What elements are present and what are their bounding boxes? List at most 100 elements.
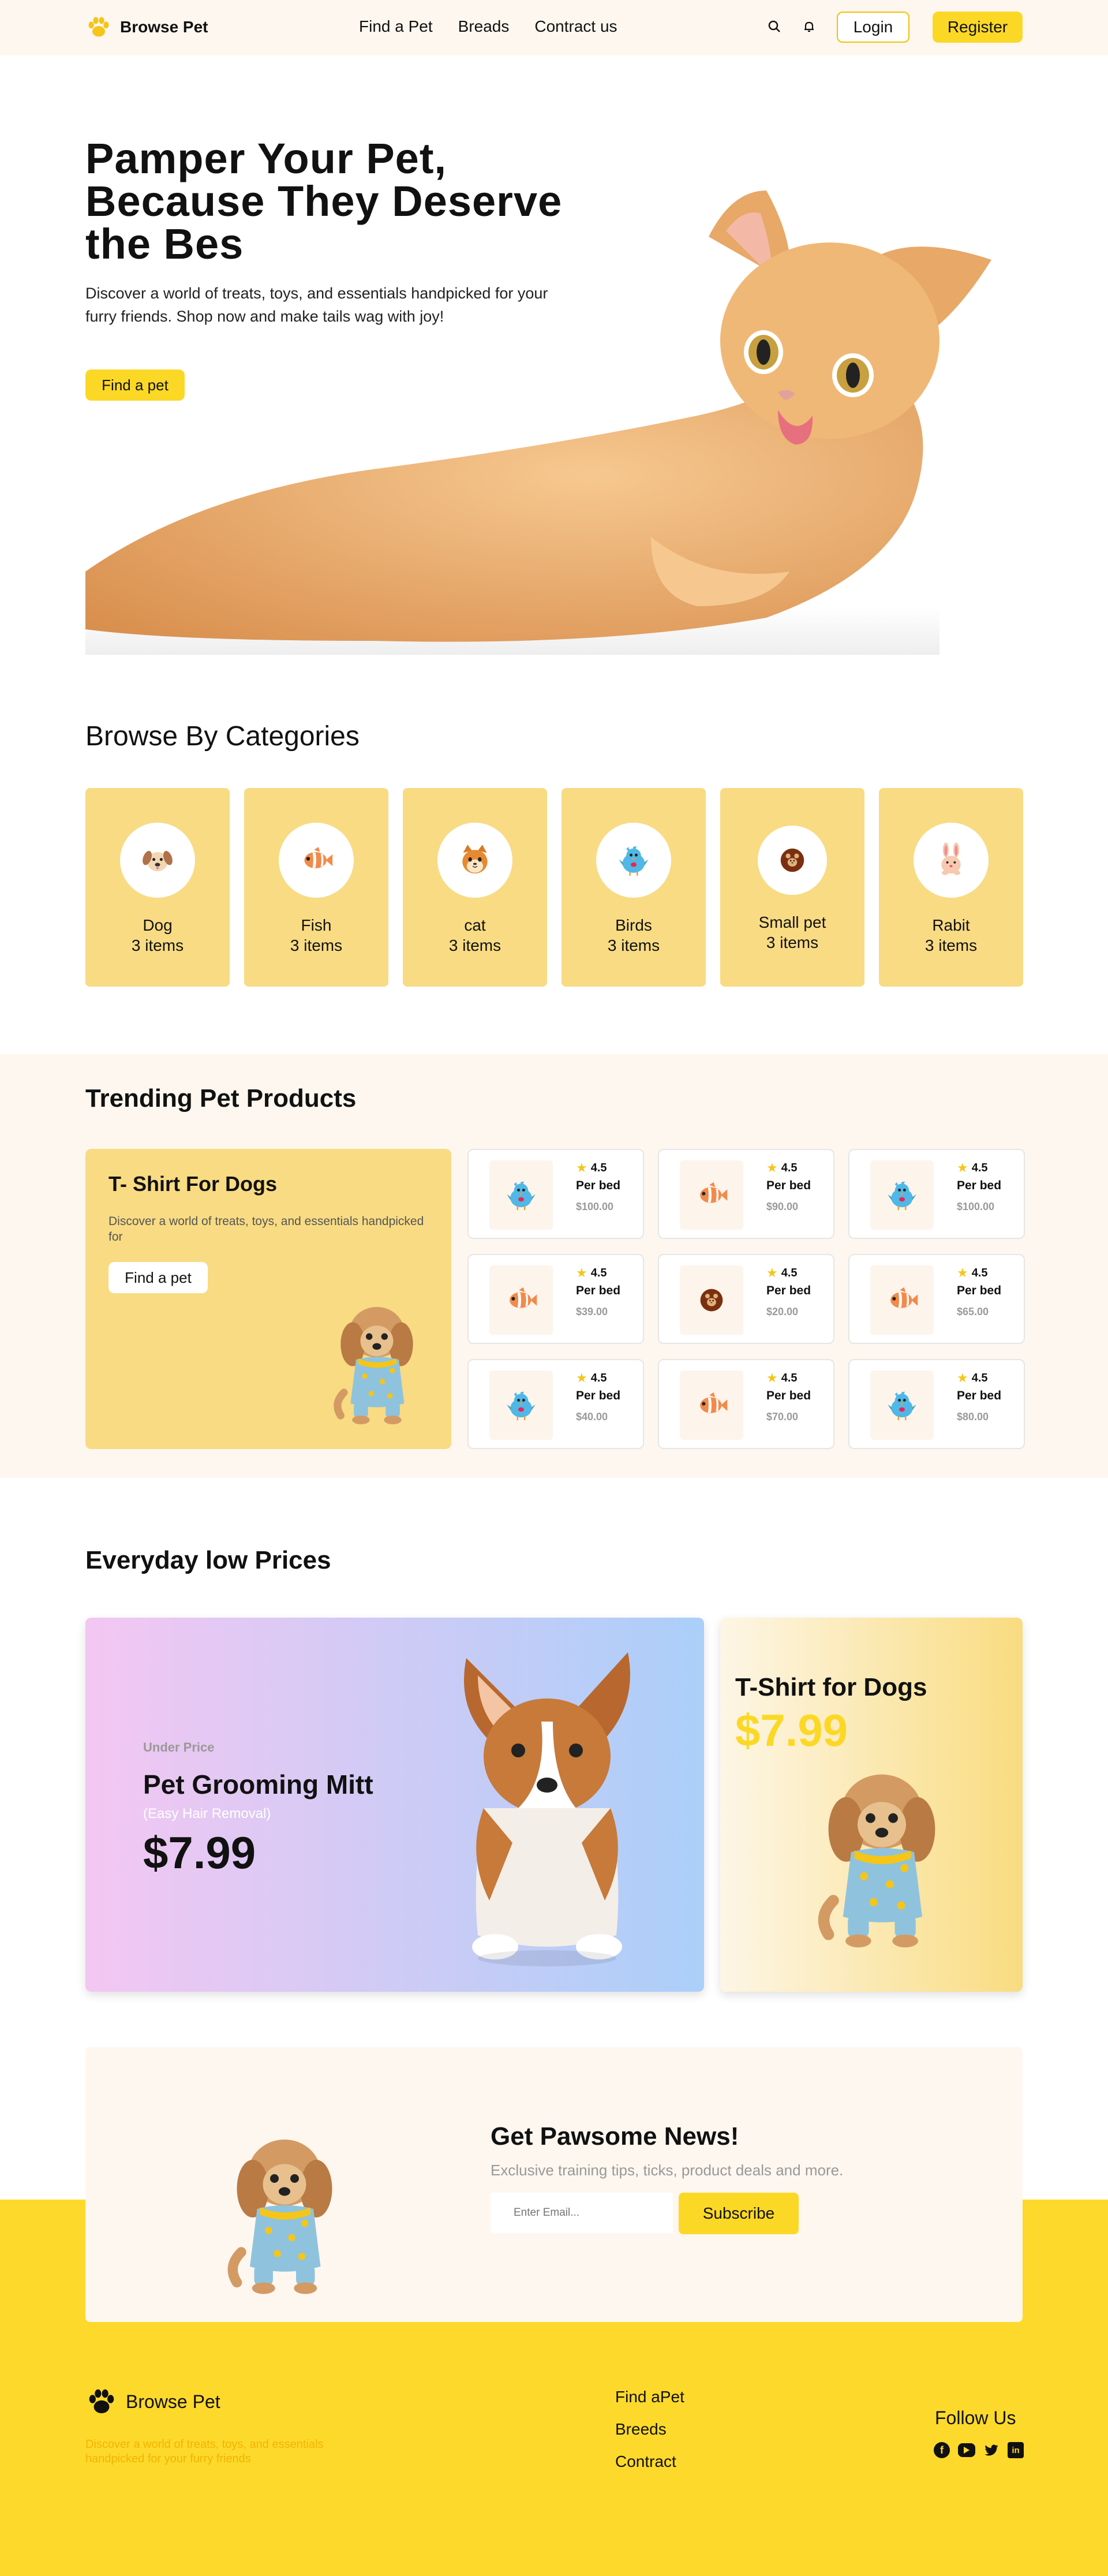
product-name: Per bed <box>766 1284 811 1297</box>
star-icon: ★ <box>576 1371 587 1385</box>
product-image <box>680 1371 743 1440</box>
product-image <box>489 1265 553 1335</box>
product-name: Per bed <box>957 1284 1002 1297</box>
category-card-small-pet[interactable]: Small pet 3 items <box>720 788 864 987</box>
nav-breeds[interactable]: Breads <box>458 17 510 36</box>
footer-link-contract[interactable]: Contract <box>615 2452 676 2471</box>
dog-shirt-promo[interactable]: T-Shirt for Dogs $7.99 <box>720 1618 1023 1992</box>
product-card[interactable]: ★ 4.5 Per bed $90.00 <box>658 1149 834 1239</box>
newsletter-card: Get Pawsome News! Exclusive training tip… <box>85 2047 1023 2322</box>
clownfish-icon <box>884 1282 920 1318</box>
product-rating: ★ 4.5 <box>576 1371 607 1385</box>
category-name: Birds <box>615 916 652 934</box>
product-name: Per bed <box>766 1389 811 1402</box>
product-rating: ★ 4.5 <box>576 1265 607 1280</box>
category-card-rabbit[interactable]: Rabit 3 items <box>879 788 1023 987</box>
footer-link-breeds[interactable]: Breeds <box>615 2420 667 2439</box>
site-header: Browse Pet Find a Pet Breads Contract us… <box>0 0 1108 55</box>
product-name: Per bed <box>957 1389 1002 1402</box>
footer-description: Discover a world of treats, toys, and es… <box>85 2438 324 2465</box>
follow-us-label: Follow Us <box>935 2407 1016 2428</box>
product-card[interactable]: ★ 4.5 Per bed $40.00 <box>467 1359 644 1449</box>
star-icon: ★ <box>957 1160 968 1175</box>
hamster-icon <box>779 847 806 873</box>
star-icon: ★ <box>766 1265 778 1280</box>
star-icon: ★ <box>766 1371 778 1385</box>
featured-find-pet-button[interactable]: Find a pet <box>108 1262 208 1293</box>
product-rating: ★ 4.5 <box>766 1265 798 1280</box>
brand-logo[interactable]: Browse Pet <box>85 14 208 40</box>
hamster-icon <box>699 1287 724 1313</box>
product-card[interactable]: ★ 4.5 Per bed $65.00 <box>848 1254 1025 1344</box>
category-card-birds[interactable]: Birds 3 items <box>562 788 706 987</box>
promo-price: $7.99 <box>143 1827 256 1878</box>
youtube-icon[interactable] <box>958 2443 975 2457</box>
product-image <box>680 1160 743 1230</box>
star-icon: ★ <box>576 1160 587 1175</box>
product-image <box>870 1265 934 1335</box>
category-count: 3 items <box>607 936 660 954</box>
product-card[interactable]: ★ 4.5 Per bed $80.00 <box>848 1359 1025 1449</box>
categories-title: Browse By Categories <box>85 721 360 752</box>
login-button[interactable]: Login <box>837 12 909 43</box>
product-card[interactable]: ★ 4.5 Per bed $39.00 <box>467 1254 644 1344</box>
category-count: 3 items <box>448 936 501 954</box>
category-count: 3 items <box>924 936 978 954</box>
product-rating: ★ 4.5 <box>766 1160 798 1175</box>
star-icon: ★ <box>957 1371 968 1385</box>
footer-brand-name: Browse Pet <box>126 2391 220 2412</box>
newsletter-title: Get Pawsome News! <box>491 2122 739 2151</box>
facebook-icon[interactable]: f <box>934 2442 950 2458</box>
search-icon[interactable] <box>768 20 781 33</box>
twitter-icon[interactable] <box>983 2442 1000 2458</box>
nav-contact[interactable]: Contract us <box>534 17 617 36</box>
product-rating: ★ 4.5 <box>576 1160 607 1175</box>
bird-icon <box>884 1177 920 1213</box>
register-button[interactable]: Register <box>933 12 1023 43</box>
clownfish-icon <box>694 1177 729 1213</box>
star-icon: ★ <box>576 1265 587 1280</box>
footer-link-find-pet[interactable]: Find aPet <box>615 2388 684 2406</box>
product-rating: ★ 4.5 <box>766 1371 798 1385</box>
footer-brand[interactable]: Browse Pet <box>85 2385 220 2418</box>
product-price: $70.00 <box>766 1411 799 1423</box>
nav-find-pet[interactable]: Find a Pet <box>359 17 433 36</box>
product-card[interactable]: ★ 4.5 Per bed $100.00 <box>848 1149 1025 1239</box>
product-price: $100.00 <box>576 1201 614 1212</box>
subscribe-button[interactable]: Subscribe <box>679 2193 799 2234</box>
product-price: $90.00 <box>766 1201 799 1212</box>
clownfish-icon <box>503 1282 539 1318</box>
corgi-puppy-image <box>464 1652 630 1966</box>
dog-in-shirt-image <box>801 1754 963 1950</box>
category-name: Rabit <box>932 916 970 934</box>
category-name: cat <box>464 916 486 934</box>
category-count: 3 items <box>290 936 343 954</box>
product-price: $80.00 <box>957 1411 989 1423</box>
featured-product-card: T- Shirt For Dogs Discover a world of tr… <box>85 1149 451 1449</box>
social-links: f in <box>934 2442 1024 2458</box>
product-card[interactable]: ★ 4.5 Per bed $100.00 <box>467 1149 644 1239</box>
product-name: Per bed <box>576 1284 621 1297</box>
email-input[interactable] <box>491 2193 673 2233</box>
product-price: $40.00 <box>576 1411 608 1423</box>
linkedin-icon[interactable]: in <box>1008 2442 1024 2458</box>
category-name: Dog <box>143 916 173 934</box>
clownfish-icon <box>694 1387 729 1423</box>
product-image <box>870 1160 934 1230</box>
product-rating: ★ 4.5 <box>957 1371 988 1385</box>
bell-icon[interactable] <box>802 20 816 33</box>
product-card[interactable]: ★ 4.5 Per bed $20.00 <box>658 1254 834 1344</box>
main-nav: Find a Pet Breads Contract us <box>359 17 617 36</box>
bird-icon <box>884 1387 920 1423</box>
dog-in-shirt-image <box>212 2122 357 2295</box>
category-card-cat[interactable]: cat 3 items <box>403 788 547 987</box>
category-card-fish[interactable]: Fish 3 items <box>244 788 388 987</box>
bird-icon <box>615 842 652 879</box>
category-name: Small pet <box>758 913 826 931</box>
product-image <box>489 1371 553 1440</box>
product-card[interactable]: ★ 4.5 Per bed $70.00 <box>658 1359 834 1449</box>
promo-title: Pet Grooming Mitt <box>143 1769 373 1800</box>
star-icon: ★ <box>957 1265 968 1280</box>
grooming-mitt-promo[interactable]: Under Price Pet Grooming Mitt (Easy Hair… <box>85 1618 704 1992</box>
category-card-dog[interactable]: Dog 3 items <box>85 788 230 987</box>
